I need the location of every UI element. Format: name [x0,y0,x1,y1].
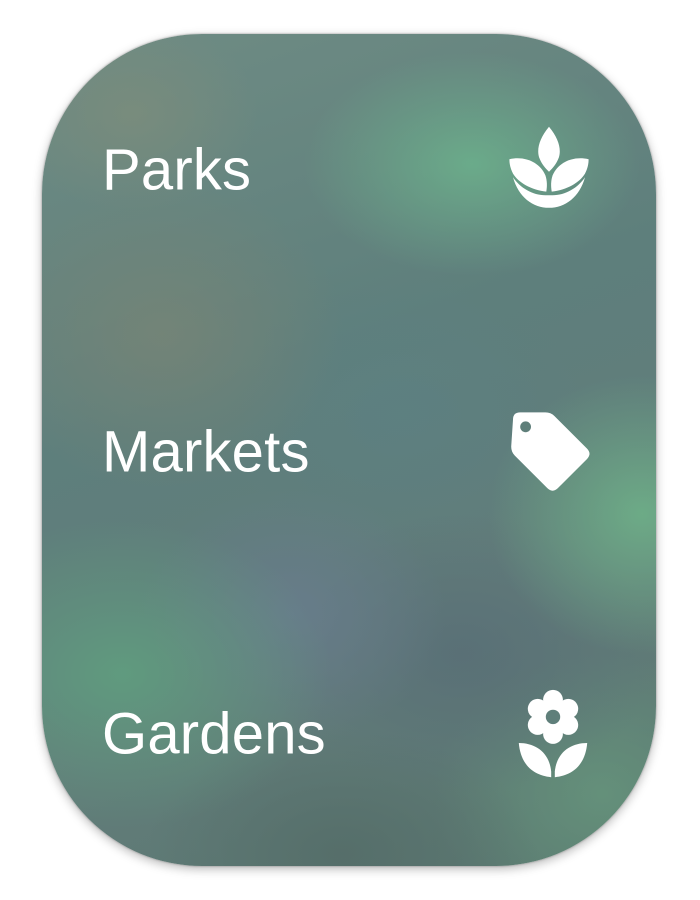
menu-item-label: Markets [102,419,310,485]
menu-item-markets[interactable]: Markets [42,392,656,512]
menu-item-parks[interactable]: Parks [42,110,656,230]
menu-item-label: Gardens [102,701,326,767]
lotus-leaf-icon [504,125,594,215]
menu-item-label: Parks [102,137,252,203]
menu-item-gardens[interactable]: Gardens [42,674,656,794]
watch-menu-card: Parks Markets Gardens [42,34,656,866]
flower-icon [508,689,598,779]
price-tag-icon [504,407,594,497]
